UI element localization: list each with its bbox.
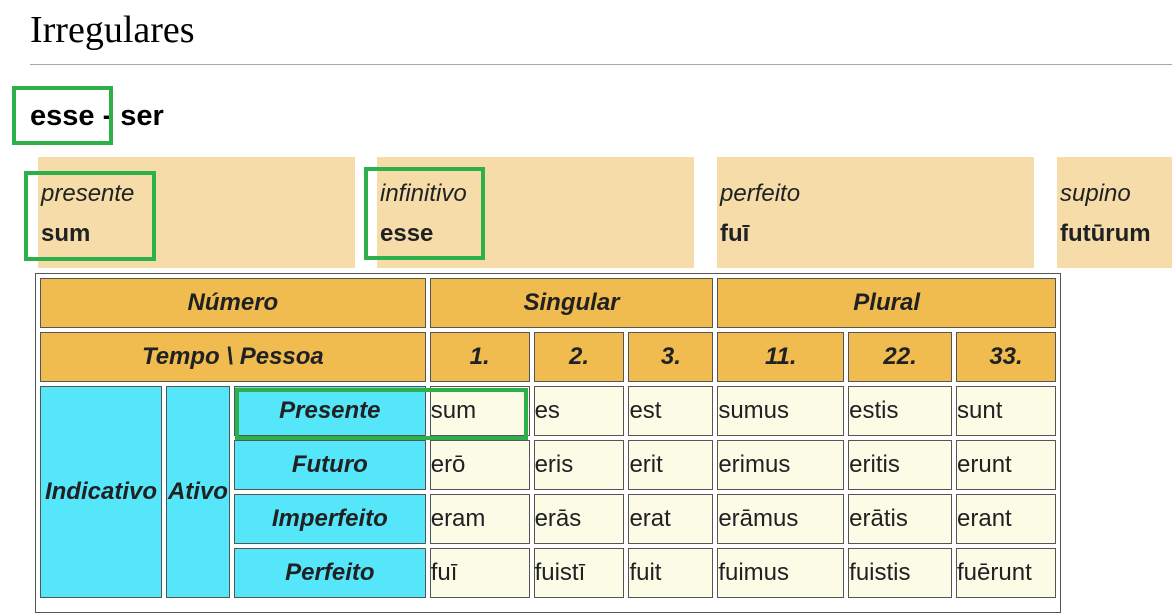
principal-part-value[interactable]: futūrum [1060,219,1172,249]
person-header: 33. [956,332,1056,382]
header-row-numero: Número Singular Plural [40,278,1056,328]
principal-part-label: supino [1060,180,1131,207]
numero-header: Número [40,278,426,328]
form-cell[interactable]: fuimus [717,548,845,598]
person-header: 22. [848,332,953,382]
form-cell[interactable]: estis [848,386,953,436]
form-cell[interactable]: erit [628,440,714,490]
title-divider [30,64,1172,65]
tempo-pessoa-header: Tempo \ Pessoa [40,332,426,382]
principal-part-value[interactable]: fuī [720,219,1034,249]
verb-separator: - [94,100,121,132]
principal-part-value[interactable]: esse [380,219,694,249]
person-header: 11. [717,332,845,382]
conjugation-table: Número Singular Plural Tempo \ Pessoa 1.… [35,273,1061,613]
tense-header: Imperfeito [233,494,426,544]
voice-header: Ativo [165,386,230,598]
principal-part-label: infinitivo [380,180,467,207]
person-header: 3. [628,332,714,382]
singular-header: Singular [429,278,714,328]
form-cell[interactable]: eritis [848,440,953,490]
form-cell[interactable]: erō [429,440,530,490]
form-cell[interactable]: erās [533,494,625,544]
person-header: 2. [533,332,625,382]
verb-infinitive[interactable]: esse [30,100,95,132]
form-cell[interactable]: erāmus [717,494,845,544]
conjugation-grid: Número Singular Plural Tempo \ Pessoa 1.… [36,274,1060,602]
form-cell[interactable]: sumus [717,386,845,436]
verb-meaning: ser [120,100,164,132]
principal-part-label: presente [41,180,135,207]
principal-part-value[interactable]: sum [41,219,355,249]
form-cell[interactable]: fuī [429,548,530,598]
form-cell[interactable]: est [628,386,714,436]
form-cell[interactable]: erat [628,494,714,544]
form-cell[interactable]: fuērunt [956,548,1056,598]
form-cell[interactable]: fuistis [848,548,953,598]
form-cell[interactable]: erunt [956,440,1056,490]
tense-header: Presente [233,386,426,436]
header-row-pessoa: Tempo \ Pessoa 1. 2. 3. 11. 22. 33. [40,332,1056,382]
tense-header: Perfeito [233,548,426,598]
principal-part-perfeito: perfeito fuī [717,157,1034,268]
form-cell[interactable]: erātis [848,494,953,544]
principal-part-label: perfeito [720,180,801,207]
form-cell[interactable]: erant [956,494,1056,544]
form-cell[interactable]: fuit [628,548,714,598]
principal-part-infinitivo: infinitivo esse [377,157,694,268]
page-title: Irregulares [30,9,195,51]
form-cell[interactable]: sum [429,386,530,436]
form-cell[interactable]: erimus [717,440,845,490]
person-header: 1. [429,332,530,382]
form-cell[interactable]: eris [533,440,625,490]
plural-header: Plural [717,278,1056,328]
verb-heading: esse - ser [30,98,164,134]
form-cell[interactable]: eram [429,494,530,544]
table-row: Indicativo Ativo Presente sum es est sum… [40,386,1056,598]
mood-header: Indicativo [40,386,162,598]
principal-part-presente: presente sum [38,157,355,268]
tense-header: Futuro [233,440,426,490]
form-cell[interactable]: sunt [956,386,1056,436]
form-cell[interactable]: es [533,386,625,436]
principal-part-supino: supino futūrum [1057,157,1172,268]
form-cell[interactable]: fuistī [533,548,625,598]
